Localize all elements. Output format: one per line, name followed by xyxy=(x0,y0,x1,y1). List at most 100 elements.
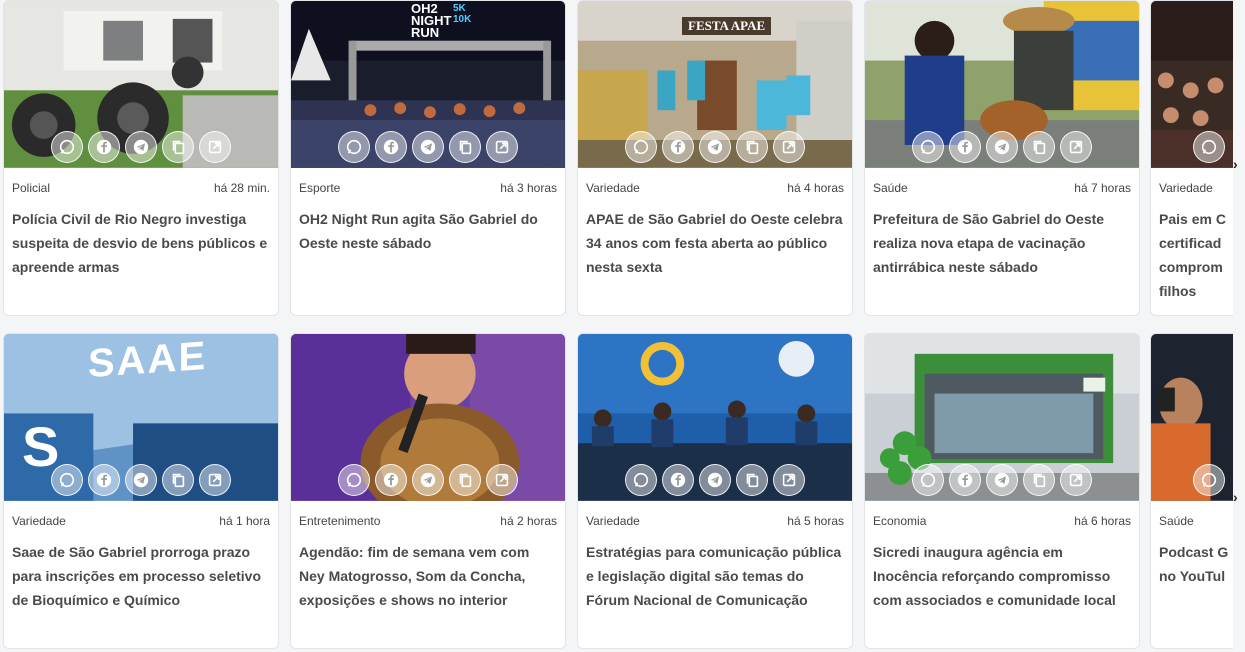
news-thumbnail[interactable] xyxy=(291,334,565,502)
news-title[interactable]: Saae de São Gabriel prorroga prazo para … xyxy=(12,540,270,612)
copy-icon[interactable] xyxy=(449,464,481,496)
telegram-icon[interactable] xyxy=(125,464,157,496)
copy-icon[interactable] xyxy=(449,131,481,163)
news-category: Variedade xyxy=(586,514,640,528)
news-card[interactable]: OH2 NIGHT RUN 5K 10K Esporte há 3 horas … xyxy=(290,0,566,316)
whatsapp-icon[interactable] xyxy=(912,131,944,163)
telegram-icon[interactable] xyxy=(412,464,444,496)
news-meta: Variedade há 5 horas xyxy=(586,514,844,528)
news-thumbnail[interactable] xyxy=(865,334,1139,502)
open-external-icon[interactable] xyxy=(773,464,805,496)
whatsapp-icon[interactable] xyxy=(1193,464,1225,496)
news-meta: Esporte há 3 horas xyxy=(299,181,557,195)
saae-sign-text: SAAE xyxy=(88,334,208,387)
copy-icon[interactable] xyxy=(736,464,768,496)
share-bar xyxy=(4,464,278,496)
news-thumbnail[interactable] xyxy=(4,1,278,169)
copy-icon[interactable] xyxy=(1023,131,1055,163)
news-title[interactable]: Sicredi inaugura agência em Inocência re… xyxy=(873,540,1131,612)
telegram-icon[interactable] xyxy=(986,464,1018,496)
news-category: Variedade xyxy=(586,181,640,195)
news-category: Entretenimento xyxy=(299,514,381,528)
share-bar xyxy=(865,131,1139,163)
open-external-icon[interactable] xyxy=(199,131,231,163)
news-meta: Economia há 6 horas xyxy=(873,514,1131,528)
share-bar xyxy=(291,131,565,163)
event-banner-distances: 5K 10K xyxy=(453,3,472,25)
telegram-icon[interactable] xyxy=(125,131,157,163)
news-title[interactable]: Agendão: fim de semana vem com Ney Matog… xyxy=(299,540,557,612)
news-thumbnail[interactable]: FESTA APAE xyxy=(578,1,852,169)
whatsapp-icon[interactable] xyxy=(625,464,657,496)
news-title[interactable]: Estratégias para comunicação pública e l… xyxy=(586,540,844,612)
share-bar xyxy=(4,131,278,163)
share-bar xyxy=(1151,464,1233,496)
next-arrow-icon[interactable]: › xyxy=(1233,157,1243,171)
open-external-icon[interactable] xyxy=(1060,131,1092,163)
facebook-icon[interactable] xyxy=(662,131,694,163)
news-category: Saúde xyxy=(1159,514,1194,528)
festa-banner-text: FESTA APAE xyxy=(682,17,772,35)
news-card[interactable]: FESTA APAE Variedade há 4 horas APAE de … xyxy=(577,0,853,316)
news-card[interactable]: Saúde há 7 horas Prefeitura de São Gabri… xyxy=(864,0,1140,316)
news-title[interactable]: APAE de São Gabriel do Oeste celebra 34 … xyxy=(586,207,844,279)
share-bar xyxy=(1151,131,1233,163)
open-external-icon[interactable] xyxy=(1060,464,1092,496)
share-bar xyxy=(578,464,852,496)
news-thumbnail[interactable] xyxy=(578,334,852,502)
whatsapp-icon[interactable] xyxy=(338,131,370,163)
open-external-icon[interactable] xyxy=(486,464,518,496)
telegram-icon[interactable] xyxy=(986,131,1018,163)
whatsapp-icon[interactable] xyxy=(625,131,657,163)
news-card[interactable]: Variedade há 5 horas Estratégias para co… xyxy=(577,333,853,649)
telegram-icon[interactable] xyxy=(699,464,731,496)
open-external-icon[interactable] xyxy=(486,131,518,163)
news-thumbnail[interactable]: SAAE S xyxy=(4,334,278,502)
news-meta: Saúde há 7 horas xyxy=(873,181,1131,195)
scroll-gutter xyxy=(1233,0,1245,652)
share-bar xyxy=(865,464,1139,496)
news-time: há 6 horas xyxy=(1074,514,1131,528)
news-category: Policial xyxy=(12,181,51,195)
news-time: há 28 min. xyxy=(213,181,270,195)
news-card[interactable]: Policial há 28 min. Polícia Civil de Rio… xyxy=(3,0,279,316)
facebook-icon[interactable] xyxy=(375,131,407,163)
news-card[interactable]: Economia há 6 horas Sicredi inaugura agê… xyxy=(864,333,1140,649)
news-card[interactable]: Variedade Pais em C certificad comprom f… xyxy=(1150,0,1233,316)
news-thumbnail[interactable] xyxy=(1151,334,1233,502)
telegram-icon[interactable] xyxy=(699,131,731,163)
whatsapp-icon[interactable] xyxy=(338,464,370,496)
news-title[interactable]: Podcast G no YouTul xyxy=(1159,540,1231,588)
whatsapp-icon[interactable] xyxy=(912,464,944,496)
news-card[interactable]: SAAE S Variedade há 1 hora Saae de São G… xyxy=(3,333,279,649)
telegram-icon[interactable] xyxy=(412,131,444,163)
news-title[interactable]: OH2 Night Run agita São Gabriel do Oeste… xyxy=(299,207,557,255)
open-external-icon[interactable] xyxy=(199,464,231,496)
facebook-icon[interactable] xyxy=(88,464,120,496)
facebook-icon[interactable] xyxy=(662,464,694,496)
copy-icon[interactable] xyxy=(1023,464,1055,496)
facebook-icon[interactable] xyxy=(375,464,407,496)
news-title[interactable]: Pais em C certificad comprom filhos xyxy=(1159,207,1231,303)
copy-icon[interactable] xyxy=(736,131,768,163)
news-category: Saúde xyxy=(873,181,908,195)
copy-icon[interactable] xyxy=(162,131,194,163)
facebook-icon[interactable] xyxy=(88,131,120,163)
whatsapp-icon[interactable] xyxy=(1193,131,1225,163)
news-thumbnail[interactable] xyxy=(865,1,1139,169)
news-card[interactable]: Entretenimento há 2 horas Agendão: fim d… xyxy=(290,333,566,649)
whatsapp-icon[interactable] xyxy=(51,131,83,163)
news-title[interactable]: Prefeitura de São Gabriel do Oeste reali… xyxy=(873,207,1131,279)
share-bar xyxy=(578,131,852,163)
facebook-icon[interactable] xyxy=(949,131,981,163)
next-arrow-icon[interactable]: › xyxy=(1233,490,1243,504)
news-thumbnail[interactable] xyxy=(1151,1,1233,169)
copy-icon[interactable] xyxy=(162,464,194,496)
open-external-icon[interactable] xyxy=(773,131,805,163)
facebook-icon[interactable] xyxy=(949,464,981,496)
news-card[interactable]: Saúde Podcast G no YouTul xyxy=(1150,333,1233,649)
news-title[interactable]: Polícia Civil de Rio Negro investiga sus… xyxy=(12,207,270,279)
share-bar xyxy=(291,464,565,496)
news-thumbnail[interactable]: OH2 NIGHT RUN 5K 10K xyxy=(291,1,565,169)
whatsapp-icon[interactable] xyxy=(51,464,83,496)
